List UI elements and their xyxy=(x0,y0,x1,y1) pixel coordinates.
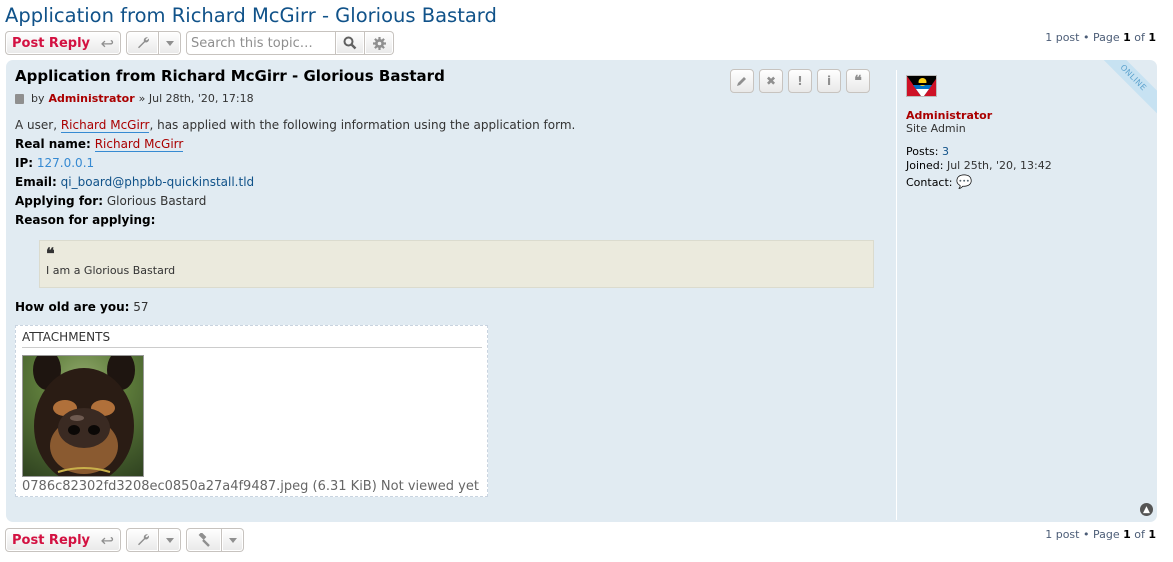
caret-down-icon[interactable] xyxy=(159,528,181,552)
topic-tools-dropdown-bottom[interactable] xyxy=(126,528,181,552)
email-link[interactable]: qi_board@phpbb-quickinstall.tld xyxy=(61,175,255,189)
info-button[interactable]: i xyxy=(817,69,841,93)
profile-stats: Posts: 3 Joined: Jul 25th, '20, 13:42 Co… xyxy=(906,145,1052,190)
report-button[interactable]: ! xyxy=(788,69,812,93)
post-title[interactable]: Application from Richard McGirr - Glorio… xyxy=(15,67,445,85)
age-line: How old are you: 57 xyxy=(15,300,149,314)
topic-title[interactable]: Application from Richard McGirr - Glorio… xyxy=(5,4,497,27)
hammer-icon[interactable] xyxy=(186,528,222,552)
caret-down-icon[interactable] xyxy=(222,528,244,552)
chevron-up-icon[interactable]: ▲ xyxy=(1140,503,1153,516)
post-meta: by Administrator » Jul 28th, '20, 17:18 xyxy=(15,92,254,105)
search-input[interactable] xyxy=(186,31,336,55)
search-button[interactable] xyxy=(336,31,365,55)
post: ONLINE Application from Richard McGirr -… xyxy=(6,60,1157,522)
ip-link[interactable]: 127.0.0.1 xyxy=(37,156,94,170)
pagination-bottom: 1 post • Page 1 of 1 xyxy=(1045,528,1156,541)
pagination-top: 1 post • Page 1 of 1 xyxy=(1045,31,1156,44)
action-bar-bottom: Post Reply ↩ xyxy=(5,528,244,552)
profile-posts-link[interactable]: 3 xyxy=(942,145,949,158)
attachments-title: ATTACHMENTS xyxy=(22,330,482,348)
post-reply-label: Post Reply xyxy=(12,35,90,51)
current-page: 1 xyxy=(1123,528,1131,541)
wrench-icon[interactable] xyxy=(126,528,159,552)
close-icon: ✖ xyxy=(765,74,777,88)
post-date: » Jul 28th, '20, 17:18 xyxy=(138,92,254,105)
post-icon[interactable] xyxy=(15,93,24,104)
post-content: A user, Richard McGirr, has applied with… xyxy=(15,118,576,227)
reply-icon: ↩ xyxy=(100,530,114,550)
post-tools: ✖ ! i ❝ xyxy=(730,69,870,93)
exclamation-icon: ! xyxy=(797,74,803,88)
quote-block: ❝ I am a Glorious Bastard xyxy=(39,240,874,288)
pencil-icon xyxy=(737,77,746,86)
post-reply-button[interactable]: Post Reply ↩ xyxy=(5,31,121,55)
chat-bubble-icon[interactable]: 💬 xyxy=(956,175,972,190)
profile-username[interactable]: Administrator xyxy=(906,109,1146,122)
gear-icon xyxy=(372,36,386,50)
quote-button[interactable]: ❝ xyxy=(846,69,870,93)
attachment-box: ATTACHMENTS 0786c82302fd3208ec0850a27a4f… xyxy=(15,325,488,497)
user-avatar-flag xyxy=(906,75,937,97)
info-icon: i xyxy=(826,74,832,88)
total-pages: 1 xyxy=(1148,31,1156,44)
current-page: 1 xyxy=(1123,31,1131,44)
post-profile: Administrator Site Admin Posts: 3 Joined… xyxy=(896,70,1146,520)
delete-button[interactable]: ✖ xyxy=(759,69,783,93)
moderator-tools-dropdown[interactable] xyxy=(186,528,244,552)
caret-down-icon[interactable] xyxy=(159,31,181,55)
action-bar-top: Post Reply ↩ xyxy=(5,31,394,55)
reply-icon: ↩ xyxy=(100,33,114,53)
quote-icon: ❝ xyxy=(854,73,862,89)
topic-search xyxy=(186,31,394,55)
search-icon xyxy=(343,36,357,50)
attachment-image[interactable] xyxy=(22,355,144,477)
profile-rank: Site Admin xyxy=(906,122,966,135)
topic-tools-dropdown[interactable] xyxy=(126,31,181,55)
post-reply-label: Post Reply xyxy=(12,532,90,548)
edit-button[interactable] xyxy=(730,69,754,93)
advanced-search-button[interactable] xyxy=(365,31,394,55)
quote-text: I am a Glorious Bastard xyxy=(46,264,176,277)
real-name-link[interactable]: Richard McGirr xyxy=(94,137,184,152)
applicant-link[interactable]: Richard McGirr xyxy=(60,118,150,133)
post-reply-button-bottom[interactable]: Post Reply ↩ xyxy=(5,528,121,552)
total-pages: 1 xyxy=(1148,528,1156,541)
quote-mark-icon: ❝ xyxy=(46,244,55,263)
post-author-link[interactable]: Administrator xyxy=(49,92,135,105)
wrench-icon[interactable] xyxy=(126,31,159,55)
attachment-filename[interactable]: 0786c82302fd3208ec0850a27a4f9487.jpeg (6… xyxy=(22,479,479,494)
